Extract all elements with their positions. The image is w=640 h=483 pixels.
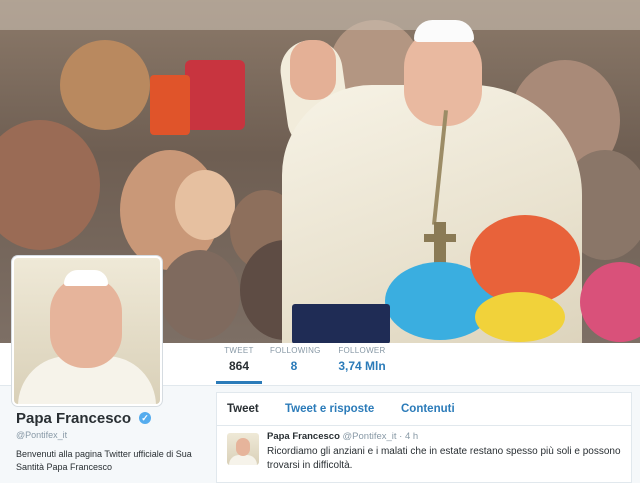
pink-feathers (580, 262, 640, 342)
yellow-feathers (475, 292, 565, 342)
timeline: Tweet Tweet e risposte Contenuti Papa Fr… (216, 392, 632, 483)
tweet-meta[interactable]: @Pontifex_it · 4 h (343, 431, 419, 442)
profile-name[interactable]: Papa Francesco (16, 410, 131, 427)
tweet-header: Papa Francesco @Pontifex_it · 4 h (267, 431, 418, 442)
stat-following[interactable]: FOLLOWING 8 (270, 346, 321, 373)
active-stat-underline (216, 381, 262, 384)
stat-followers[interactable]: FOLLOWER 3,74 Mln (334, 346, 390, 373)
stat-tweets[interactable]: TWEET 864 (216, 346, 262, 373)
tweet-avatar[interactable] (227, 433, 259, 465)
stat-label: FOLLOWING (270, 346, 321, 355)
waving-hand (290, 40, 336, 100)
verified-badge-icon: ✓ (139, 412, 151, 424)
tab-contenuti[interactable]: Contenuti (401, 403, 455, 415)
avatar[interactable] (12, 256, 162, 406)
timeline-tabs: Tweet Tweet e risposte Contenuti (217, 393, 631, 426)
tweet-author[interactable]: Papa Francesco (267, 431, 340, 442)
avatar-face (50, 276, 122, 368)
pectoral-cross-bar (424, 234, 456, 242)
avatar-zucchetto (64, 270, 108, 286)
stat-value: 8 (290, 359, 298, 373)
zucchetto (414, 20, 474, 42)
tweet-avatar-robe (229, 455, 257, 465)
stat-value: 864 (228, 359, 250, 373)
profile-handle[interactable]: @Pontifex_it (16, 430, 67, 440)
blue-book (292, 304, 390, 343)
tab-tweet[interactable]: Tweet (227, 403, 259, 415)
tweet-text: Ricordiamo gli anziani e i malati che in… (267, 446, 621, 471)
stat-label: FOLLOWER (338, 346, 386, 355)
tab-tweet-e-risposte[interactable]: Tweet e risposte (285, 403, 374, 415)
profile-bio: Benvenuti alla pagina Twitter ufficiale … (16, 449, 192, 472)
tweet-avatar-face (236, 438, 250, 456)
stat-label: TWEET (224, 346, 254, 355)
stat-value: 3,74 Mln (338, 359, 386, 373)
